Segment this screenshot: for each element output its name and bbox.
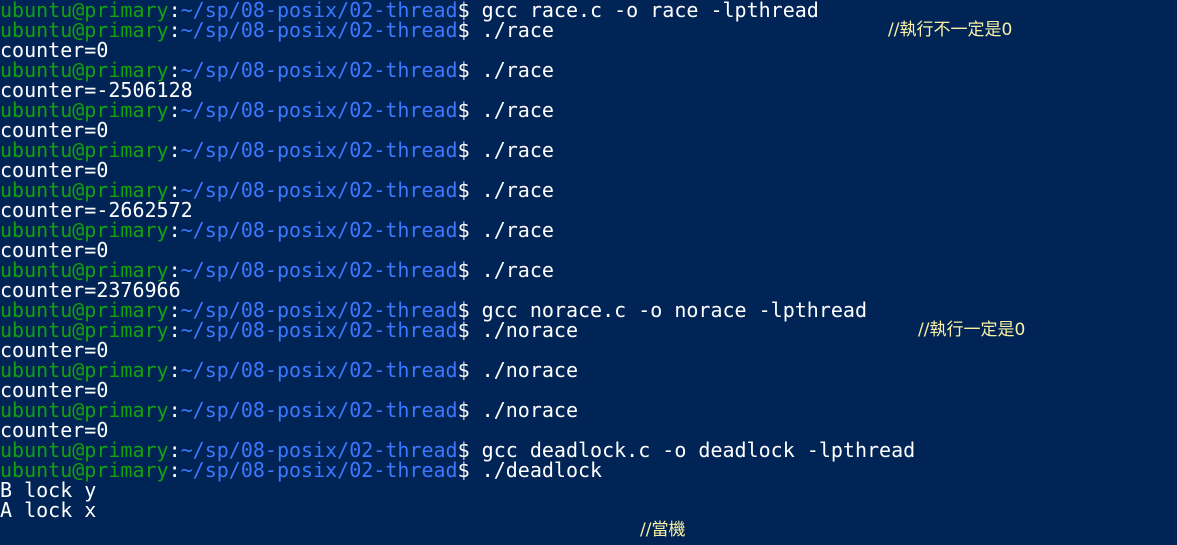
command-line: ubuntu@primary:~/sp/08-posix/02-thread$ … (0, 320, 1177, 340)
prompt-path: ~/sp/08-posix/02-thread (180, 178, 458, 202)
command-line: ubuntu@primary:~/sp/08-posix/02-thread$ … (0, 300, 1177, 320)
command-line: ubuntu@primary:~/sp/08-posix/02-thread$ … (0, 400, 1177, 420)
prompt-path: ~/sp/08-posix/02-thread (180, 218, 458, 242)
annotation-comment: //當機 (640, 520, 686, 540)
prompt-symbol: $ (457, 178, 482, 202)
prompt-path: ~/sp/08-posix/02-thread (180, 18, 458, 42)
command-line: ubuntu@primary:~/sp/08-posix/02-thread$ … (0, 60, 1177, 80)
prompt-symbol: $ (457, 58, 482, 82)
command-text: ./race (481, 178, 554, 202)
prompt-separator: : (168, 138, 181, 162)
prompt-path: ~/sp/08-posix/02-thread (180, 98, 458, 122)
command-line: ubuntu@primary:~/sp/08-posix/02-thread$ … (0, 440, 1177, 460)
prompt-path: ~/sp/08-posix/02-thread (180, 398, 458, 422)
command-line: ubuntu@primary:~/sp/08-posix/02-thread$ … (0, 460, 1177, 480)
prompt-separator: : (168, 218, 181, 242)
prompt-symbol: $ (457, 218, 482, 242)
output-line: counter=-2506128 (0, 80, 1177, 100)
prompt-path: ~/sp/08-posix/02-thread (180, 258, 458, 282)
output-line: counter=2376966 (0, 280, 1177, 300)
command-line: ubuntu@primary:~/sp/08-posix/02-thread$ … (0, 0, 1177, 20)
prompt-symbol: $ (457, 138, 482, 162)
output-line: counter=0 (0, 340, 1177, 360)
command-text: ./norace (481, 318, 578, 342)
output-line: counter=0 (0, 160, 1177, 180)
annotation-comment: //執行不一定是0 (888, 20, 1013, 40)
output-line: counter=-2662572 (0, 200, 1177, 220)
command-text: ./race (481, 98, 554, 122)
prompt-separator: : (168, 318, 181, 342)
annotation-comment: //執行一定是0 (918, 320, 1026, 340)
command-line: ubuntu@primary:~/sp/08-posix/02-thread$ … (0, 180, 1177, 200)
prompt-path: ~/sp/08-posix/02-thread (180, 318, 458, 342)
prompt-symbol: $ (457, 358, 482, 382)
command-line: ubuntu@primary:~/sp/08-posix/02-thread$ … (0, 260, 1177, 280)
prompt-separator: : (168, 358, 181, 382)
command-line: ubuntu@primary:~/sp/08-posix/02-thread$ … (0, 360, 1177, 380)
output-line: counter=0 (0, 240, 1177, 260)
command-text: ./race (481, 218, 554, 242)
command-text: ./deadlock (481, 458, 603, 482)
prompt-symbol: $ (457, 458, 482, 482)
output-line: counter=0 (0, 420, 1177, 440)
prompt-separator: : (168, 98, 181, 122)
prompt-separator: : (168, 398, 181, 422)
prompt-symbol: $ (457, 258, 482, 282)
prompt-symbol: $ (457, 398, 482, 422)
prompt-path: ~/sp/08-posix/02-thread (180, 358, 458, 382)
command-text: ./norace (481, 398, 578, 422)
command-line: ubuntu@primary:~/sp/08-posix/02-thread$ … (0, 220, 1177, 240)
output-text: A lock x (0, 498, 97, 522)
prompt-symbol: $ (457, 98, 482, 122)
terminal-window[interactable]: ubuntu@primary:~/sp/08-posix/02-thread$ … (0, 0, 1177, 545)
output-line: B lock y (0, 480, 1177, 500)
command-line: ubuntu@primary:~/sp/08-posix/02-thread$ … (0, 100, 1177, 120)
command-text: ./race (481, 58, 554, 82)
command-line: ubuntu@primary:~/sp/08-posix/02-thread$ … (0, 20, 1177, 40)
prompt-symbol: $ (457, 318, 482, 342)
command-text: ./race (481, 258, 554, 282)
prompt-path: ~/sp/08-posix/02-thread (180, 138, 458, 162)
command-text: ./norace (481, 358, 578, 382)
output-line: //當機 (0, 520, 1177, 540)
prompt-separator: : (168, 18, 181, 42)
command-line: ubuntu@primary:~/sp/08-posix/02-thread$ … (0, 140, 1177, 160)
output-line: counter=0 (0, 40, 1177, 60)
prompt-separator: : (168, 458, 181, 482)
output-line: counter=0 (0, 120, 1177, 140)
command-text: ./race (481, 138, 554, 162)
prompt-symbol: $ (457, 18, 482, 42)
output-line: A lock x (0, 500, 1177, 520)
output-line: counter=0 (0, 380, 1177, 400)
prompt-path: ~/sp/08-posix/02-thread (180, 58, 458, 82)
command-text: ./race (481, 18, 554, 42)
prompt-path: ~/sp/08-posix/02-thread (180, 458, 458, 482)
